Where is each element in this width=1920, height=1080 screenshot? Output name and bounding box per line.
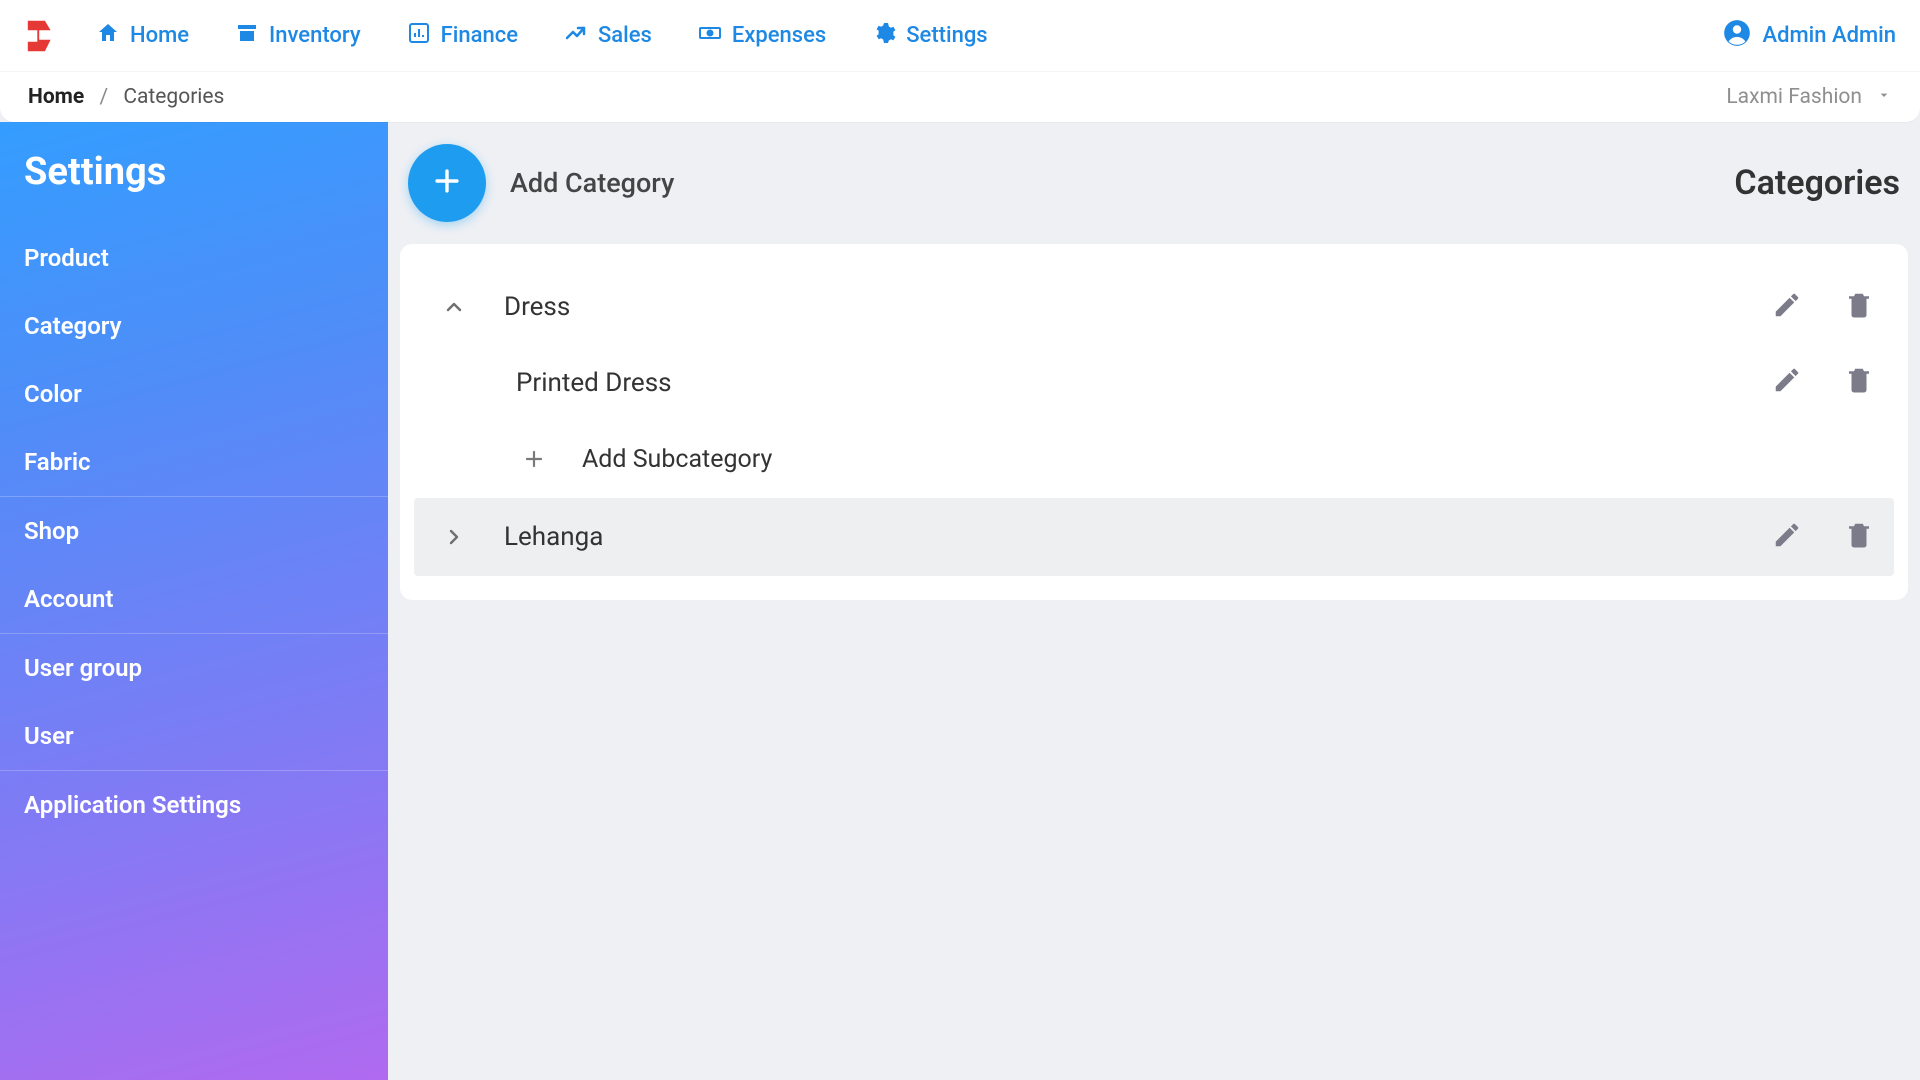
nav-finance-label: Finance bbox=[441, 23, 518, 48]
main-content: Add Category Categories Dress Printed Dr… bbox=[388, 122, 1920, 1080]
chevron-up-icon[interactable] bbox=[434, 295, 474, 319]
caret-down-icon bbox=[1876, 85, 1892, 109]
bar-chart-icon bbox=[407, 21, 431, 51]
categories-panel: Dress Printed Dress Add Subcategory bbox=[400, 244, 1908, 600]
nav-settings[interactable]: Settings bbox=[872, 21, 987, 51]
trend-up-icon bbox=[564, 21, 588, 51]
add-category-button[interactable] bbox=[408, 144, 486, 222]
category-row-lehanga[interactable]: Lehanga bbox=[414, 498, 1894, 576]
nav-inventory[interactable]: Inventory bbox=[235, 21, 361, 51]
breadcrumb: Home / Categories bbox=[28, 85, 224, 109]
settings-sidebar: Settings Product Category Color Fabric S… bbox=[0, 122, 388, 1080]
nav-inventory-label: Inventory bbox=[269, 23, 361, 48]
category-row-dress[interactable]: Dress bbox=[400, 268, 1908, 346]
nav-expenses-label: Expenses bbox=[732, 23, 826, 48]
subcategory-name: Printed Dress bbox=[516, 368, 672, 398]
nav-home-label: Home bbox=[130, 23, 189, 48]
money-icon bbox=[698, 21, 722, 51]
category-name: Dress bbox=[504, 292, 570, 322]
top-nav: Home Inventory Finance Sales Expenses Se… bbox=[0, 0, 1920, 72]
add-subcategory-row[interactable]: Add Subcategory bbox=[400, 420, 1908, 498]
edit-button[interactable] bbox=[1772, 290, 1802, 324]
nav-expenses[interactable]: Expenses bbox=[698, 21, 826, 51]
sidebar-item-category[interactable]: Category bbox=[0, 292, 388, 360]
nav-sales[interactable]: Sales bbox=[564, 21, 652, 51]
account-circle-icon bbox=[1723, 19, 1751, 53]
nav-settings-label: Settings bbox=[906, 23, 987, 48]
delete-button[interactable] bbox=[1844, 520, 1874, 554]
sidebar-item-fabric[interactable]: Fabric bbox=[0, 428, 388, 496]
store-selector-label: Laxmi Fashion bbox=[1726, 85, 1862, 109]
store-icon bbox=[235, 21, 259, 51]
plus-icon bbox=[430, 164, 464, 202]
home-icon bbox=[96, 21, 120, 51]
page-title: Categories bbox=[1734, 163, 1900, 203]
sidebar-item-shop[interactable]: Shop bbox=[0, 497, 388, 565]
delete-button[interactable] bbox=[1844, 365, 1874, 402]
breadcrumb-current: Categories bbox=[123, 85, 224, 109]
breadcrumb-root[interactable]: Home bbox=[28, 85, 84, 109]
edit-button[interactable] bbox=[1772, 365, 1802, 402]
sidebar-item-application-settings[interactable]: Application Settings bbox=[0, 771, 388, 839]
sidebar-item-user[interactable]: User bbox=[0, 702, 388, 770]
delete-button[interactable] bbox=[1844, 290, 1874, 324]
store-selector[interactable]: Laxmi Fashion bbox=[1726, 85, 1892, 109]
brand-logo bbox=[24, 17, 62, 55]
sidebar-title: Settings bbox=[0, 150, 388, 224]
sidebar-item-color[interactable]: Color bbox=[0, 360, 388, 428]
plus-icon bbox=[514, 447, 554, 471]
sidebar-item-account[interactable]: Account bbox=[0, 565, 388, 633]
edit-button[interactable] bbox=[1772, 520, 1802, 554]
category-name: Lehanga bbox=[504, 522, 603, 552]
user-menu[interactable]: Admin Admin bbox=[1723, 19, 1896, 53]
sidebar-item-product[interactable]: Product bbox=[0, 224, 388, 292]
chevron-right-icon[interactable] bbox=[434, 525, 474, 549]
gear-icon bbox=[872, 21, 896, 51]
nav-home[interactable]: Home bbox=[96, 21, 189, 51]
nav-sales-label: Sales bbox=[598, 23, 652, 48]
nav-finance[interactable]: Finance bbox=[407, 21, 518, 51]
breadcrumb-bar: Home / Categories Laxmi Fashion bbox=[0, 72, 1920, 122]
breadcrumb-separator: / bbox=[99, 85, 108, 109]
subcategory-row-printed-dress[interactable]: Printed Dress bbox=[400, 346, 1908, 420]
sidebar-item-user-group[interactable]: User group bbox=[0, 634, 388, 702]
add-subcategory-label: Add Subcategory bbox=[582, 445, 772, 474]
user-display-name: Admin Admin bbox=[1763, 23, 1896, 48]
add-category-label: Add Category bbox=[510, 167, 674, 199]
